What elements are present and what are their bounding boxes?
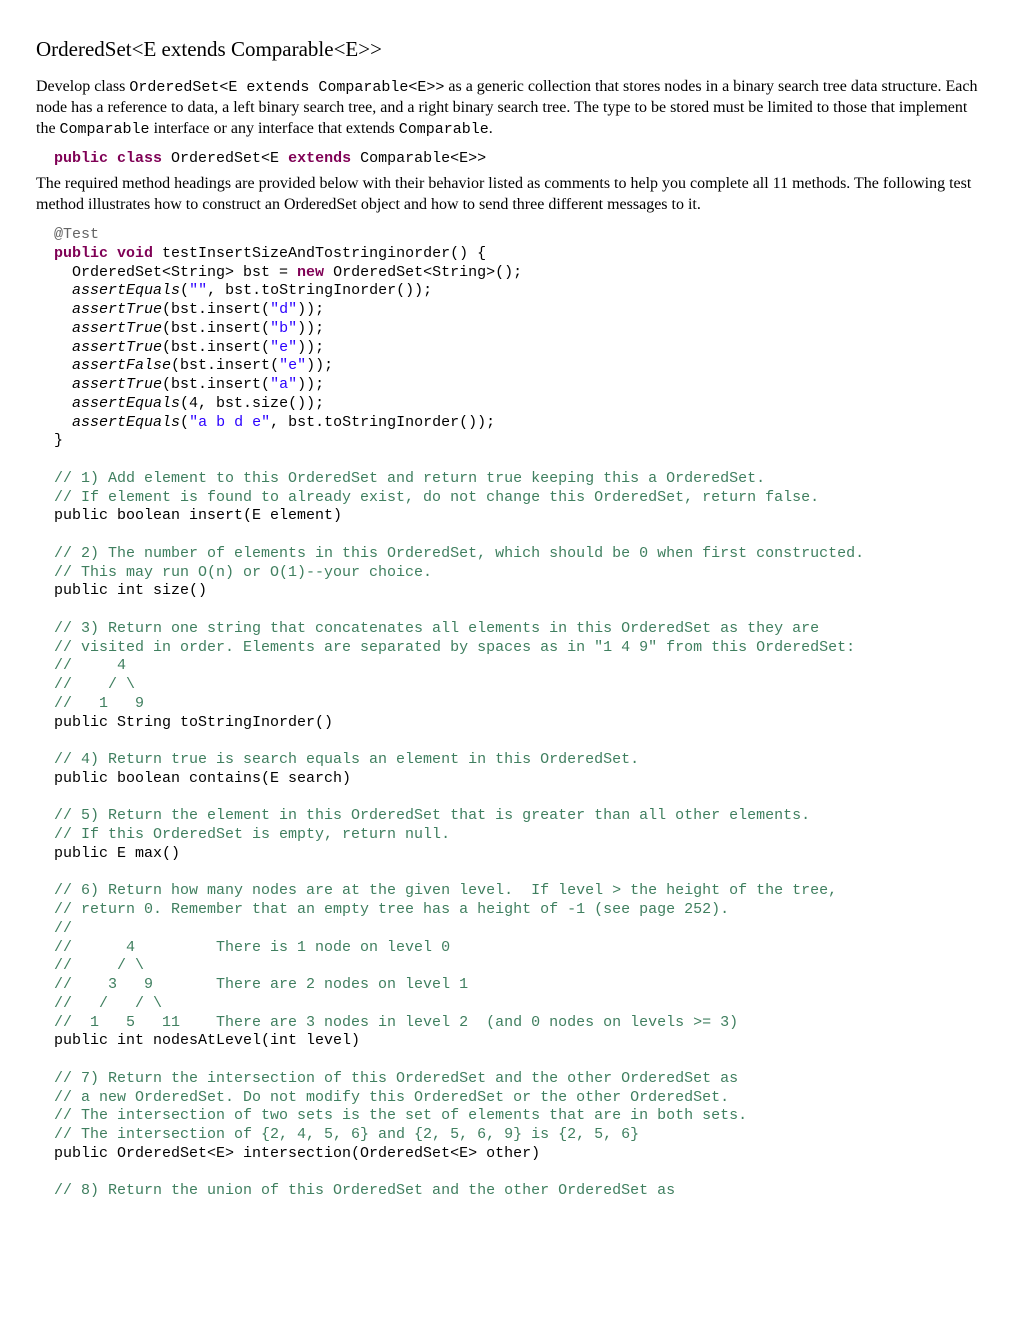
str-e2: "e" [279,357,306,374]
m6-c6: // 3 9 There are 2 nodes on level 1 [54,976,468,993]
m3-c4: // / \ [54,676,135,693]
m2-sig: public int size() [54,582,207,599]
m3-c1: // 3) Return one string that concatenate… [54,620,819,637]
t-l1a: OrderedSet<String> bst = [54,264,297,281]
class-sig-d: Comparable<E>> [351,150,486,167]
test-code-block: @Test public void testInsertSizeAndTostr… [36,226,984,1201]
class-signature: public class OrderedSet<E extends Compar… [36,150,984,169]
m8-c1: // 8) Return the union of this OrderedSe… [54,1182,675,1199]
m4-sig: public boolean contains(E search) [54,770,351,787]
t-l7b: (bst.insert( [162,376,270,393]
intro-code-f: Comparable [399,121,489,138]
t-l9c: , bst.toStringInorder()); [270,414,495,431]
m3-c3: // 4 [54,657,126,674]
fn-assertTrue-2: assertTrue [72,320,162,337]
str-empty: "" [189,282,207,299]
t-l4b: (bst.insert( [162,320,270,337]
class-sig-b: OrderedSet<E [162,150,288,167]
fn-assertTrue-3: assertTrue [72,339,162,356]
m7-c2: // a new OrderedSet. Do not modify this … [54,1089,729,1106]
t-l4c: )); [297,320,324,337]
test-sig-b: testInsertSizeAndTostringinorder() { [153,245,486,262]
m6-c2: // return 0. Remember that an empty tree… [54,901,729,918]
m6-c5: // / \ [54,957,144,974]
intro-paragraph: Develop class OrderedSet<E extends Compa… [36,77,984,139]
annotation-test: @Test [54,226,99,243]
t-l6c: )); [306,357,333,374]
t-l4a [54,320,72,337]
t-l3a [54,301,72,318]
str-e1: "e" [270,339,297,356]
fn-assertEquals-2: assertEquals [72,395,180,412]
t-l7c: )); [297,376,324,393]
intro-text-a: Develop class [36,78,129,95]
t-l9a [54,414,72,431]
t-l3b: (bst.insert( [162,301,270,318]
t-l9b: ( [180,414,189,431]
m3-sig: public String toStringInorder() [54,714,333,731]
t-l5a [54,339,72,356]
intro-text-g: . [489,120,493,137]
intro-code-b: OrderedSet<E extends Comparable<E>> [129,79,444,96]
m6-c8: // 1 5 11 There are 3 nodes in level 2 (… [54,1014,738,1031]
t-l2c: , bst.toStringInorder()); [207,282,432,299]
t-l5b: (bst.insert( [162,339,270,356]
m7-c3: // The intersection of two sets is the s… [54,1107,747,1124]
t-close: } [54,432,63,449]
t-l1c: OrderedSet<String>(); [324,264,522,281]
m7-c1: // 7) Return the intersection of this Or… [54,1070,738,1087]
m1-c1: // 1) Add element to this OrderedSet and… [54,470,765,487]
t-l8b: (4, bst.size()); [180,395,324,412]
m6-c4: // 4 There is 1 node on level 0 [54,939,450,956]
t-l8a [54,395,72,412]
m5-c2: // If this OrderedSet is empty, return n… [54,826,450,843]
m6-c3: // [54,920,72,937]
m3-c5: // 1 9 [54,695,144,712]
str-d: "d" [270,301,297,318]
m6-c7: // / / \ [54,995,162,1012]
intro-code-d: Comparable [60,121,150,138]
t-l6b: (bst.insert( [171,357,279,374]
t-l2a [54,282,72,299]
kw-extends: extends [288,150,351,167]
m4-c1: // 4) Return true is search equals an el… [54,751,639,768]
fn-assertEquals-3: assertEquals [72,414,180,431]
m5-c1: // 5) Return the element in this Ordered… [54,807,810,824]
fn-assertTrue-4: assertTrue [72,376,162,393]
m7-c4: // The intersection of {2, 4, 5, 6} and … [54,1126,639,1143]
m5-sig: public E max() [54,845,180,862]
page-title: OrderedSet<E extends Comparable<E>> [36,36,984,63]
fn-assertFalse-1: assertFalse [72,357,171,374]
t-l3c: )); [297,301,324,318]
m6-c1: // 6) Return how many nodes are at the g… [54,882,837,899]
t-l2b: ( [180,282,189,299]
t-l5c: )); [297,339,324,356]
intro-text-e: interface or any interface that extends [150,120,399,137]
m2-c2: // This may run O(n) or O(1)--your choic… [54,564,432,581]
kw-public-void: public void [54,245,153,262]
kw-new: new [297,264,324,281]
m6-sig: public int nodesAtLevel(int level) [54,1032,360,1049]
kw-public-class: public class [54,150,162,167]
str-b: "b" [270,320,297,337]
m2-c1: // 2) The number of elements in this Ord… [54,545,864,562]
fn-assertTrue-1: assertTrue [72,301,162,318]
paragraph-2: The required method headings are provide… [36,174,984,216]
str-abde: "a b d e" [189,414,270,431]
t-l6a [54,357,72,374]
str-a: "a" [270,376,297,393]
m1-sig: public boolean insert(E element) [54,507,342,524]
m1-c2: // If element is found to already exist,… [54,489,819,506]
t-l7a [54,376,72,393]
fn-assertEquals-1: assertEquals [72,282,180,299]
m7-sig: public OrderedSet<E> intersection(Ordere… [54,1145,540,1162]
m3-c2: // visited in order. Elements are separa… [54,639,855,656]
